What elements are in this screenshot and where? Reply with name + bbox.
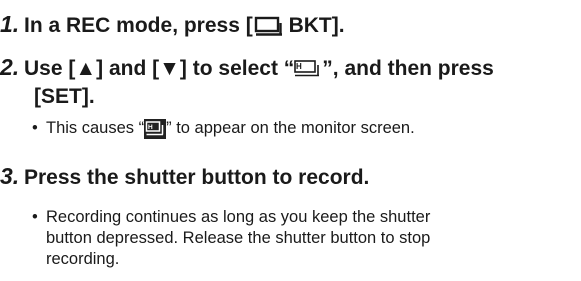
bullet-icon: • (32, 119, 38, 137)
step-number: 2. (0, 54, 20, 80)
bullet-item: • This causes “H” to appear on the monit… (32, 118, 415, 139)
svg-text:H: H (296, 62, 302, 71)
bullet-item: • Recording continues as long as you kee… (32, 208, 431, 268)
step-3: 3. Press the shutter button to record. (0, 162, 577, 192)
step-text: Use [▲] and [▼] to select “H”, and then … (24, 57, 494, 80)
bullet-icon: • (32, 208, 38, 226)
step-1: 1. In a REC mode, press [ BKT]. (0, 10, 577, 40)
high-speed-continuous-icon: H (294, 59, 322, 79)
svg-text:H: H (148, 124, 153, 131)
step-number: 3. (0, 163, 20, 189)
continuous-shooting-icon (253, 15, 283, 37)
high-speed-continuous-inverted-icon: H (144, 118, 167, 139)
step-2: 2. Use [▲] and [▼] to select “H”, and the… (0, 54, 494, 108)
step-text: Press the shutter button to record. (24, 166, 370, 189)
step-number: 1. (0, 11, 20, 37)
step-text: In a REC mode, press [ BKT]. (24, 14, 345, 37)
